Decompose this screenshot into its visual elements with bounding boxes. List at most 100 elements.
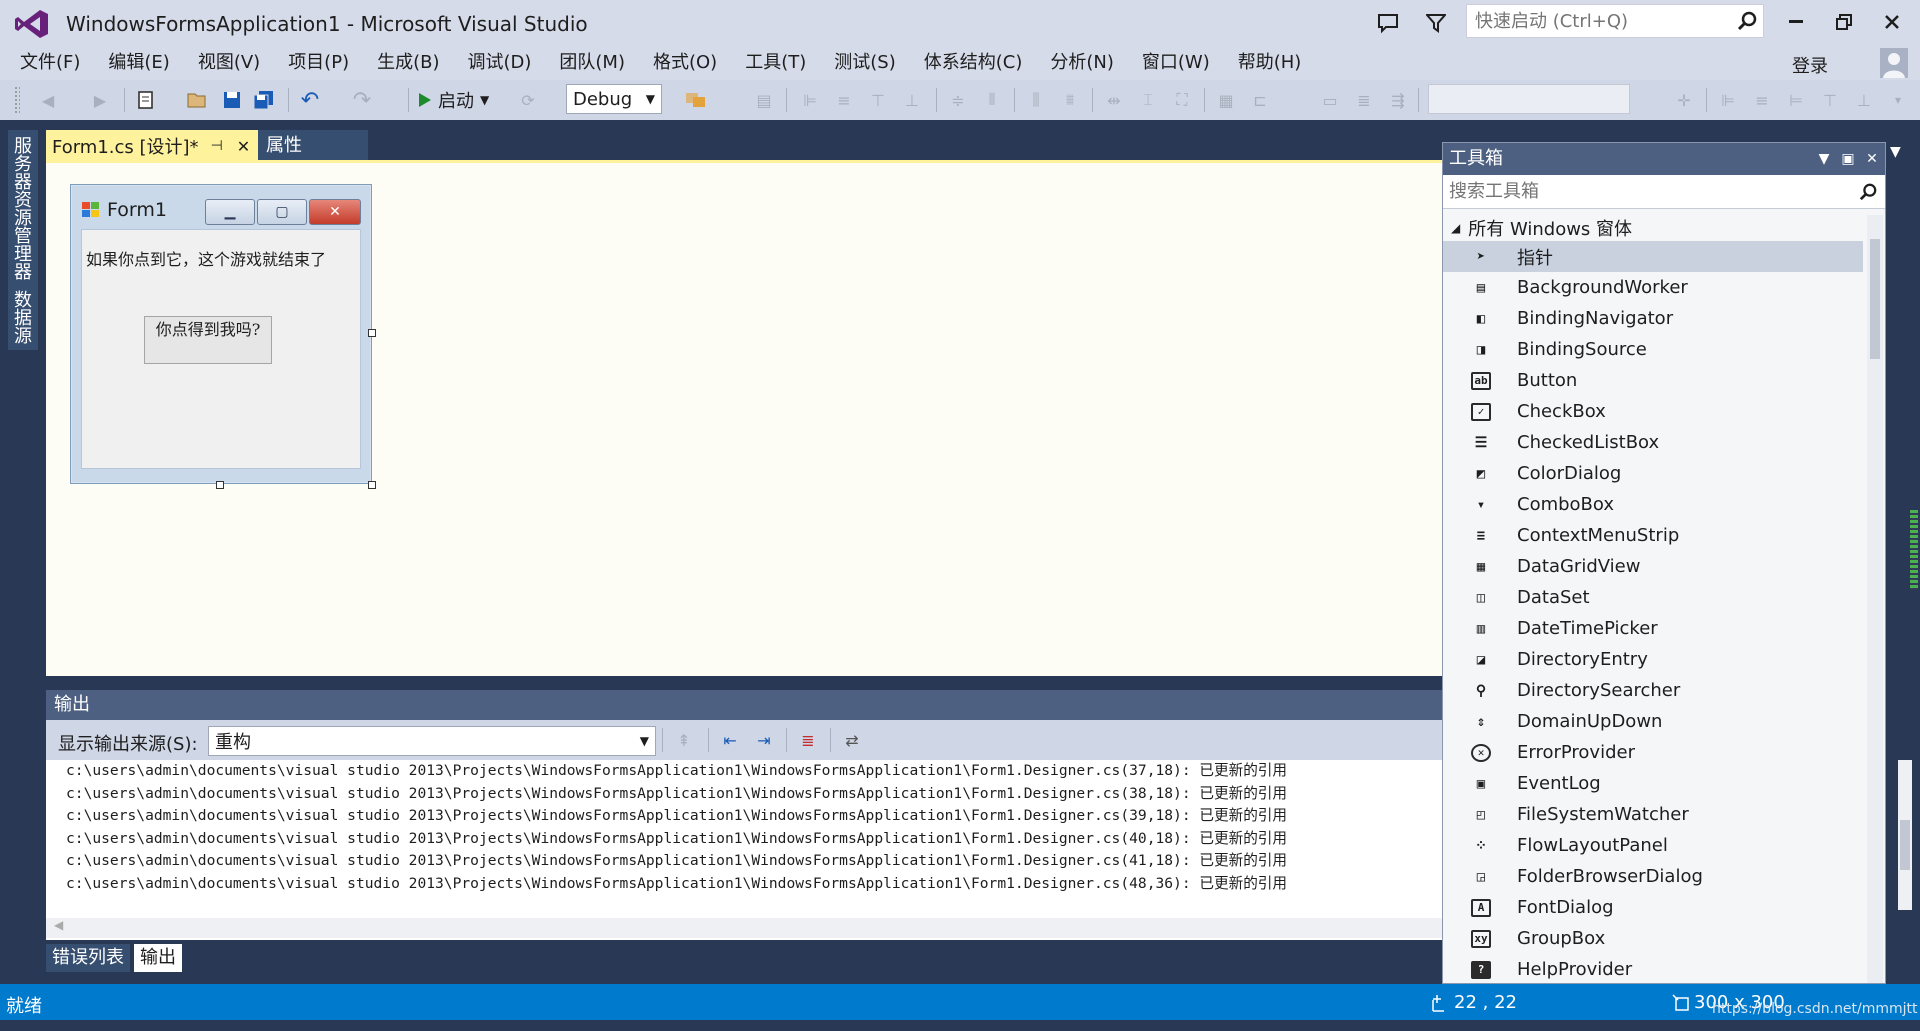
save-all-icon[interactable] [250,86,278,114]
clear-all-icon[interactable]: ≣ [794,726,822,754]
horizontal-spacing-icon[interactable]: ⫼ [1022,86,1050,114]
resize-handle-right[interactable] [368,329,376,337]
comment-icon[interactable]: ▤ [750,86,778,114]
make-same-size-icon[interactable]: ⫴ [978,86,1006,114]
pin-icon[interactable]: ⊣ [211,138,223,154]
align-left-icon[interactable]: ⊫ [1714,86,1742,114]
toolbar-grip[interactable] [14,86,20,114]
size-to-grid-icon[interactable]: ⛶ [1168,86,1196,114]
align-middles-icon[interactable]: ≑ [944,86,972,114]
toolbox-item-fontdialog[interactable]: A FontDialog [1443,892,1863,923]
sign-in-link[interactable]: 登录 [1792,52,1828,78]
lock-controls-icon[interactable]: ⇶ [1384,86,1412,114]
toolbox-item-contextmenustrip[interactable]: ≡ ContextMenuStrip [1443,520,1863,551]
feedback-icon[interactable] [1372,8,1404,38]
grid-icon[interactable]: ▦ [1212,86,1240,114]
menu-team[interactable]: 团队(M) [545,47,639,79]
close-icon[interactable]: ✕ [1861,149,1883,169]
word-wrap-icon[interactable]: ⇄ [838,726,866,754]
align-center-icon[interactable]: ≡ [1748,86,1776,114]
refresh-icon[interactable]: ⟳ [514,86,542,114]
quick-launch-input[interactable] [1467,5,1731,37]
align-right-icon[interactable]: ⊨ [1782,86,1810,114]
toolbox-item-checkedlistbox[interactable]: ☰ CheckedListBox [1443,427,1863,458]
output-panel-header[interactable]: 输出 [46,690,1442,720]
center-vertically-icon[interactable]: ⌶ [1134,86,1162,114]
resize-handle-bottom[interactable] [216,481,224,489]
scroll-left-icon[interactable]: ◀ [54,918,63,932]
save-icon[interactable] [218,86,246,114]
form-minimize-button[interactable]: ▁ [205,199,255,225]
minimize-button[interactable] [1774,8,1818,36]
close-icon[interactable]: ✕ [237,137,250,156]
new-project-icon[interactable] [132,86,160,114]
form-maximize-button[interactable]: ▢ [257,199,307,225]
filter-icon[interactable] [1420,8,1452,38]
add-icon[interactable]: ✛ [1670,86,1698,114]
close-window-button[interactable] [1870,8,1914,36]
menu-help[interactable]: 帮助(H) [1224,47,1316,79]
menu-format[interactable]: 格式(O) [639,47,731,79]
align-top-icon[interactable]: ⊤ [1816,86,1844,114]
chevron-down-icon[interactable]: ▼ [1890,144,1901,160]
redo-icon[interactable]: ↷ [348,86,376,114]
scrollbar-thumb[interactable] [1900,820,1910,870]
next-message-icon[interactable]: ⇥ [750,726,778,754]
search-icon[interactable] [1731,5,1763,37]
toolbox-item-checkbox[interactable]: ✓ CheckBox [1443,396,1863,427]
menu-window[interactable]: 窗口(W) [1128,47,1224,79]
toolbox-item-directoryentry[interactable]: ◪ DirectoryEntry [1443,644,1863,675]
output-source-select[interactable]: 重构 ▼ [208,726,656,756]
navigate-back-icon[interactable]: ◀ [34,86,62,114]
find-in-files-icon[interactable] [682,86,710,114]
menu-debug[interactable]: 调试(D) [454,47,546,79]
tab-output[interactable]: 输出 [134,944,182,972]
align-bottom-icon[interactable]: ⊥ [1850,86,1878,114]
resize-handle-corner[interactable] [368,481,376,489]
toolbox-item-groupbox[interactable]: xy GroupBox [1443,923,1863,954]
send-to-back-icon[interactable]: ≣ [1350,86,1378,114]
collapse-triangle-icon[interactable]: ◢ [1451,221,1460,235]
start-debugging-button[interactable]: 启动 ▼ [418,86,489,114]
toolbox-item-combobox[interactable]: ▾ ComboBox [1443,489,1863,520]
toolbox-search[interactable] [1443,175,1885,209]
toolbox-item-colordialog[interactable]: ◩ ColorDialog [1443,458,1863,489]
restore-button[interactable] [1822,8,1866,36]
toolbox-vertical-scrollbar[interactable] [1867,215,1883,983]
quick-launch[interactable] [1466,4,1764,38]
toolbox-item-directorysearcher[interactable]: ⚲ DirectorySearcher [1443,675,1863,706]
toolbox-item-flowlayoutpanel[interactable]: ⁘ FlowLayoutPanel [1443,830,1863,861]
toolbox-item-datetimepicker[interactable]: ▥ DateTimePicker [1443,613,1863,644]
menu-edit[interactable]: 编辑(E) [94,47,183,79]
tab-form1-design[interactable]: Form1.cs [设计]* ⊣ ✕ [46,130,258,162]
menu-tools[interactable]: 工具(T) [731,47,820,79]
menu-project[interactable]: 项目(P) [274,47,363,79]
toolbox-item-errorprovider[interactable]: ✕ ErrorProvider [1443,737,1863,768]
toolbox-item-folderbrowserdialog[interactable]: ◲ FolderBrowserDialog [1443,861,1863,892]
toolbox-item-eventlog[interactable]: ▣ EventLog [1443,768,1863,799]
server-explorer-tab[interactable]: 服务器资源管理器 [8,130,38,286]
toolbox-item-backgroundworker[interactable]: ▤ BackgroundWorker [1443,272,1863,303]
menu-architecture[interactable]: 体系结构(C) [910,47,1037,79]
toolbox-item-helpprovider[interactable]: ? HelpProvider [1443,954,1863,985]
menu-file[interactable]: 文件(F) [6,47,94,79]
toolbox-item-bindingnavigator[interactable]: ◧ BindingNavigator [1443,303,1863,334]
search-icon[interactable] [1851,183,1885,201]
increase-spacing-icon[interactable]: ⇹ [1100,86,1128,114]
find-message-icon[interactable]: ⇞ [670,726,698,754]
data-sources-tab[interactable]: 数据源 [8,284,38,350]
solution-configuration-select[interactable]: Debug ▼ [566,84,662,114]
undo-icon[interactable]: ↶ [296,86,324,114]
toolbox-item-datagridview[interactable]: ▦ DataGridView [1443,551,1863,582]
menu-view[interactable]: 视图(V) [184,47,274,79]
toolbar-overflow-icon[interactable]: ▾ [1884,86,1912,114]
menu-analyze[interactable]: 分析(N) [1036,47,1128,79]
navigate-forward-icon[interactable]: ▶ [86,86,114,114]
vertical-spacing-icon[interactable]: ⩩ [1056,86,1084,114]
maximize-panel-icon[interactable]: ▣ [1837,149,1859,169]
open-file-icon[interactable] [184,86,212,114]
previous-message-icon[interactable]: ⇤ [716,726,744,754]
form-button[interactable]: 你点得到我吗? [144,316,272,364]
avatar-icon[interactable] [1880,48,1908,78]
toolbox-search-input[interactable] [1443,175,1851,208]
